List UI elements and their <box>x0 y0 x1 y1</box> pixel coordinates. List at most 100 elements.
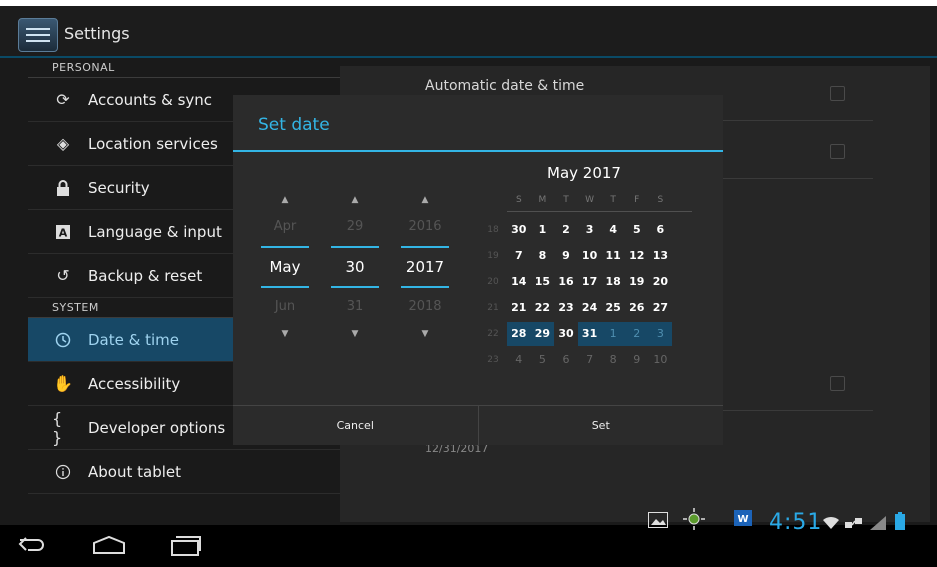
wifi-icon <box>823 516 839 529</box>
calendar-day[interactable]: 29 <box>530 322 555 346</box>
calendar-day[interactable]: 8 <box>531 244 555 268</box>
automatic-date-time-checkbox[interactable] <box>830 86 845 101</box>
week-number: 23 <box>487 355 499 365</box>
back-icon[interactable] <box>18 535 46 555</box>
calendar-day[interactable]: 18 <box>601 270 625 294</box>
dialog-title-divider <box>233 150 723 152</box>
calendar-day[interactable]: 9 <box>554 244 578 268</box>
calendar-day[interactable]: 15 <box>531 270 555 294</box>
calendar-day[interactable]: 1 <box>601 322 625 346</box>
calendar-day[interactable]: 26 <box>625 296 649 320</box>
location-icon: ◈ <box>56 134 70 153</box>
calendar-day[interactable]: 8 <box>601 348 625 372</box>
backup-icon: ↺ <box>56 266 70 285</box>
calendar-day[interactable]: 7 <box>507 244 531 268</box>
calendar-day[interactable]: 2 <box>624 322 649 346</box>
hand-icon: ✋ <box>53 374 73 393</box>
calendar-day[interactable]: 27 <box>649 296 673 320</box>
weekday-label: S <box>657 195 664 205</box>
month-up-icon[interactable]: ▲ <box>257 192 313 208</box>
weekday-label: S <box>515 195 522 205</box>
automatic-time-zone-checkbox[interactable] <box>830 144 845 159</box>
calendar-day[interactable]: 6 <box>649 218 673 242</box>
calendar-day[interactable]: 25 <box>601 296 625 320</box>
year-picker[interactable]: ▲ 2016 2017 2018 ▼ <box>397 192 453 342</box>
cancel-button[interactable]: Cancel <box>233 406 479 446</box>
recent-apps-icon[interactable] <box>170 533 202 557</box>
day-picker[interactable]: ▲ 29 30 31 ▼ <box>327 192 383 342</box>
weekday-label: M <box>538 195 547 205</box>
clock-icon <box>52 329 74 351</box>
month-current[interactable]: May <box>261 246 309 288</box>
calendar-day[interactable]: 3 <box>648 322 673 346</box>
year-current[interactable]: 2017 <box>401 246 449 288</box>
calendar-day[interactable]: 30 <box>507 218 531 242</box>
sidebar-item-label: About tablet <box>88 462 181 481</box>
calendar-day[interactable]: 19 <box>625 270 649 294</box>
day-current[interactable]: 30 <box>331 246 379 288</box>
calendar-day[interactable]: 14 <box>507 270 531 294</box>
calendar-day[interactable]: 16 <box>554 270 578 294</box>
year-down-icon[interactable]: ▼ <box>397 326 453 342</box>
lock-icon <box>52 177 74 199</box>
calendar-day[interactable]: 7 <box>578 348 602 372</box>
calendar-day[interactable]: 30 <box>554 322 578 346</box>
home-icon[interactable] <box>92 535 126 555</box>
calendar-day[interactable]: 22 <box>531 296 555 320</box>
day-next[interactable]: 31 <box>327 288 383 326</box>
calendar-week-row: 22 28 29 30 31 1 2 3 <box>479 322 673 346</box>
month-next[interactable]: Jun <box>257 288 313 326</box>
week-number: 21 <box>487 303 499 313</box>
calendar-day[interactable]: 2 <box>554 218 578 242</box>
calendar-day[interactable]: 6 <box>554 348 578 372</box>
calendar-day[interactable]: 5 <box>625 218 649 242</box>
calendar-day[interactable]: 5 <box>531 348 555 372</box>
sidebar-item-about-tablet[interactable]: About tablet <box>28 450 340 494</box>
settings-app-icon[interactable] <box>18 18 58 52</box>
year-up-icon[interactable]: ▲ <box>397 192 453 208</box>
calendar-day[interactable]: 23 <box>554 296 578 320</box>
svg-text:A: A <box>59 226 68 239</box>
dialog-title: Set date <box>258 115 330 135</box>
calendar-day[interactable]: 4 <box>601 218 625 242</box>
calendar-day[interactable]: 28 <box>507 322 531 346</box>
set-button[interactable]: Set <box>479 406 724 446</box>
day-prev[interactable]: 29 <box>327 208 383 246</box>
year-next[interactable]: 2018 <box>397 288 453 326</box>
calendar-week-row: 19 7 8 9 10 11 12 13 <box>479 244 672 268</box>
svg-text:W: W <box>737 514 748 525</box>
sidebar-item-label: Security <box>88 178 150 197</box>
calendar-day[interactable]: 17 <box>578 270 602 294</box>
set-date-dialog: Set date ▲ Apr May Jun ▼ ▲ 29 30 31 ▼ ▲ … <box>233 95 724 446</box>
calendar-day[interactable]: 10 <box>649 348 673 372</box>
brightness-icon <box>683 508 705 530</box>
week-number: 19 <box>487 251 499 261</box>
month-picker[interactable]: ▲ Apr May Jun ▼ <box>257 192 313 342</box>
info-icon <box>52 461 74 483</box>
week-number: 22 <box>487 329 499 339</box>
month-down-icon[interactable]: ▼ <box>257 326 313 342</box>
calendar-day[interactable]: 13 <box>649 244 673 268</box>
calendar-day[interactable]: 10 <box>578 244 602 268</box>
calendar-week-row: 23 4 5 6 7 8 9 10 <box>479 348 672 372</box>
calendar-day[interactable]: 9 <box>625 348 649 372</box>
calendar-day[interactable]: 24 <box>578 296 602 320</box>
calendar-day[interactable]: 1 <box>531 218 555 242</box>
action-bar: Settings <box>0 6 937 58</box>
battery-icon <box>895 512 905 530</box>
sidebar-item-label: Accounts & sync <box>88 90 213 109</box>
calendar-day[interactable]: 3 <box>578 218 602 242</box>
automatic-date-time-label[interactable]: Automatic date & time <box>425 78 584 94</box>
day-down-icon[interactable]: ▼ <box>327 326 383 342</box>
year-prev[interactable]: 2016 <box>397 208 453 246</box>
month-prev[interactable]: Apr <box>257 208 313 246</box>
calendar-day[interactable]: 12 <box>625 244 649 268</box>
use-24-hour-checkbox[interactable] <box>830 376 845 391</box>
calendar-day[interactable]: 31 <box>577 322 602 346</box>
weekday-divider <box>507 211 692 212</box>
day-up-icon[interactable]: ▲ <box>327 192 383 208</box>
calendar-day[interactable]: 4 <box>507 348 531 372</box>
calendar-day[interactable]: 11 <box>601 244 625 268</box>
calendar-day[interactable]: 21 <box>507 296 531 320</box>
calendar-day[interactable]: 20 <box>649 270 673 294</box>
